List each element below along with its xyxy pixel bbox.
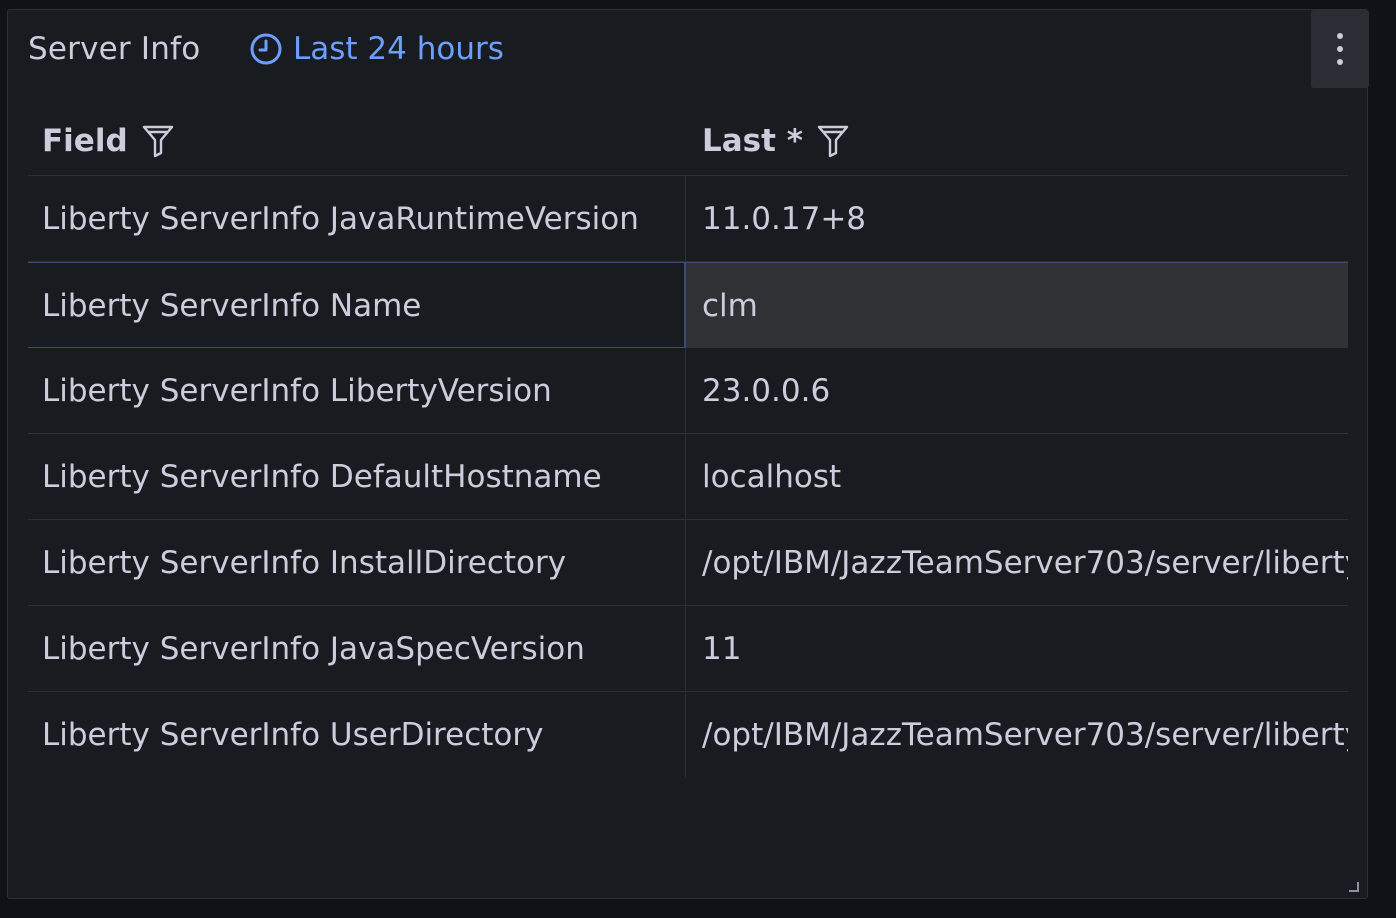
table-row[interactable]: Liberty ServerInfo Name clm [28,262,1348,348]
panel-header: Server Info Last 24 hours [8,10,1369,88]
field-cell: Liberty ServerInfo InstallDirectory [28,520,686,605]
table-body: Liberty ServerInfo JavaRuntimeVersion 11… [28,176,1348,778]
value-cell: localhost [702,458,842,495]
field-cell: Liberty ServerInfo Name [28,263,686,348]
column-header-label: Field [42,122,128,159]
value-cell: 23.0.0.6 [702,372,831,409]
server-info-panel: Server Info Last 24 hours Field Last * L… [7,9,1369,899]
table-row[interactable]: Liberty ServerInfo JavaRuntimeVersion 11… [28,176,1348,262]
field-cell: Liberty ServerInfo JavaRuntimeVersion [28,176,686,261]
field-cell: Liberty ServerInfo LibertyVersion [28,348,686,433]
server-info-table: Field Last * Liberty ServerInfo JavaRunt… [28,106,1348,778]
field-cell: Liberty ServerInfo UserDirectory [28,692,686,777]
kebab-menu-icon [1337,59,1343,65]
time-range-label: Last 24 hours [293,31,504,67]
kebab-menu-icon [1337,46,1343,52]
column-header-label: Last * [702,122,803,159]
table-row[interactable]: Liberty ServerInfo LibertyVersion 23.0.0… [28,348,1348,434]
table-header: Field Last * [28,106,1348,176]
value-cell: /opt/IBM/JazzTeamServer703/server/libert… [702,716,1348,753]
field-cell: Liberty ServerInfo DefaultHostname [28,434,686,519]
value-cell: 11 [702,630,742,667]
clock-icon [250,33,282,65]
field-cell: Liberty ServerInfo JavaSpecVersion [28,606,686,691]
panel-menu-button[interactable] [1311,10,1369,88]
funnel-filter-icon[interactable] [817,124,849,158]
table-row[interactable]: Liberty ServerInfo InstallDirectory /opt… [28,520,1348,606]
value-cell: /opt/IBM/JazzTeamServer703/server/libert… [702,544,1348,581]
table-row[interactable]: Liberty ServerInfo JavaSpecVersion 11 [28,606,1348,692]
time-range-button[interactable]: Last 24 hours [249,29,504,69]
value-cell: 11.0.17+8 [702,200,867,237]
value-cell: clm [686,263,1348,348]
column-header-last[interactable]: Last * [702,106,849,175]
panel-title: Server Info [28,31,201,67]
table-row[interactable]: Liberty ServerInfo UserDirectory /opt/IB… [28,692,1348,778]
funnel-filter-icon[interactable] [142,124,174,158]
panel-resize-handle[interactable] [1349,882,1359,892]
kebab-menu-icon [1337,33,1343,39]
table-row[interactable]: Liberty ServerInfo DefaultHostname local… [28,434,1348,520]
column-header-field[interactable]: Field [42,106,174,175]
